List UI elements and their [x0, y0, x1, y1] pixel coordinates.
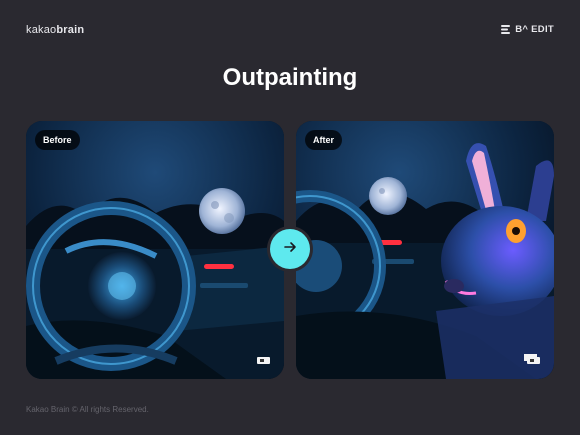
product-menu[interactable]: B^ EDIT [501, 24, 554, 35]
after-tag: After [305, 130, 343, 150]
before-tag: Before [35, 130, 80, 150]
watermark-icon [257, 357, 270, 364]
arrow-right-icon [282, 239, 298, 260]
brand-prefix: kakao [26, 24, 57, 36]
after-image [296, 121, 554, 379]
before-image-card: Before [26, 121, 284, 379]
watermark-icon [527, 357, 540, 364]
product-label: B^ EDIT [515, 24, 554, 35]
before-image [26, 121, 284, 379]
brand-suffix: brain [56, 24, 85, 36]
page-title: Outpainting [222, 64, 358, 91]
next-arrow-button[interactable] [270, 229, 310, 269]
footer-copyright: Kakao Brain © All rights Reserved. [26, 405, 149, 414]
brand-logo[interactable]: kakaobrain [26, 24, 84, 36]
menu-icon [501, 25, 511, 34]
after-image-card: After [296, 121, 554, 379]
